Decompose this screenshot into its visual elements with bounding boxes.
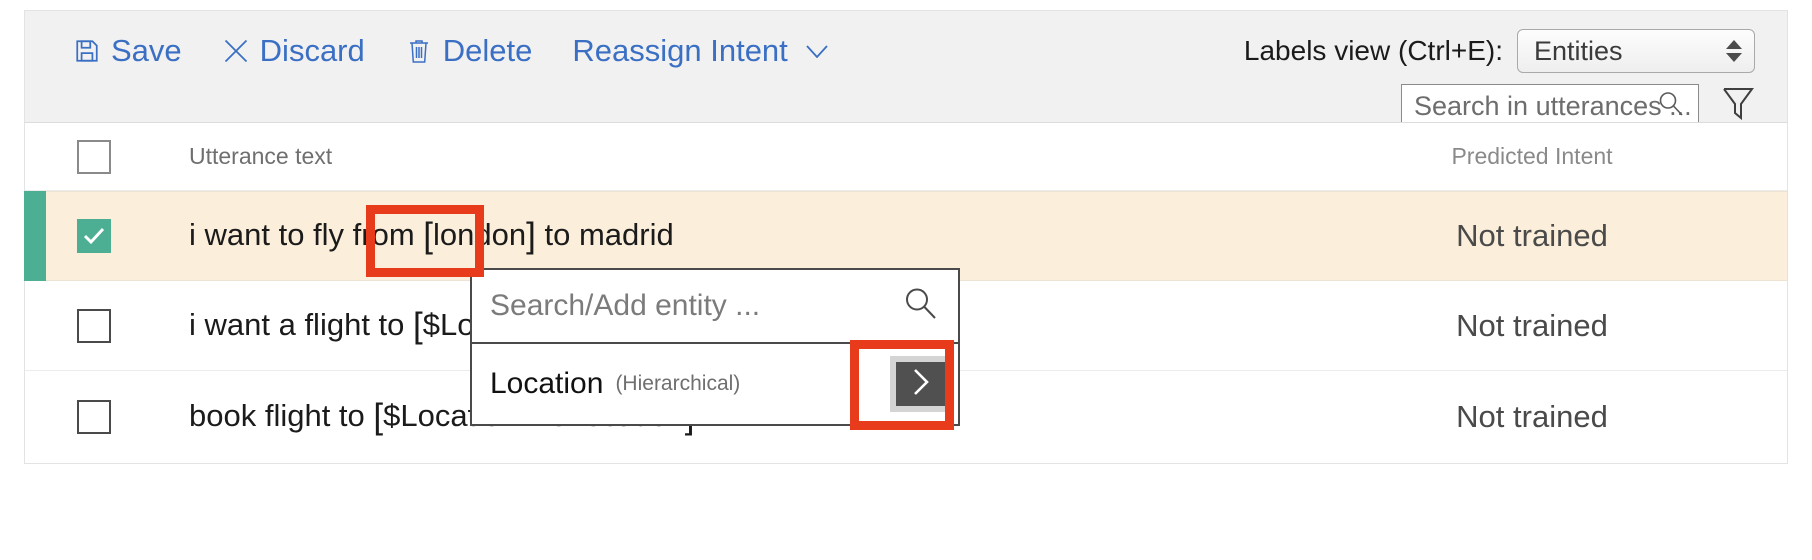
close-icon: [222, 36, 250, 66]
table-header-row: Utterance text Predicted Intent: [25, 123, 1787, 191]
predicted-intent-cell: Not trained: [1456, 307, 1608, 343]
utterance-prefix: book flight to: [189, 398, 374, 433]
spinner-arrows-icon[interactable]: [1726, 40, 1742, 62]
row-checkbox-cell: [25, 400, 163, 434]
utterance-suffix: to madrid: [535, 217, 674, 252]
save-icon: [73, 36, 101, 66]
entity-picker-popup: Search/Add entity ... Location (Hierarch…: [470, 268, 960, 426]
entity-open-bracket: [: [413, 305, 423, 345]
utterance-labeling-screen: Save Discard Delete Reassign Intent Labe…: [0, 0, 1812, 560]
entity-close-bracket: ]: [526, 216, 536, 255]
utterance-prefix: i want a flight to: [189, 306, 414, 342]
utterance-prefix: i want to fly from: [189, 217, 424, 252]
labels-view-control: Labels view (Ctrl+E): Entities: [1244, 29, 1755, 73]
search-icon: [1658, 91, 1684, 122]
chevron-down-icon: [806, 44, 828, 58]
labels-view-label: Labels view (Ctrl+E):: [1243, 35, 1503, 66]
column-header-predicted-intent: Predicted Intent: [1451, 143, 1613, 169]
entity-open-bracket: [: [373, 397, 384, 436]
row-selection-indicator: [24, 191, 46, 281]
row-checkbox[interactable]: [77, 308, 111, 343]
toolbar: Save Discard Delete Reassign Intent Labe…: [24, 10, 1788, 128]
utterance-text-cell: i want to fly from [london] to madrid: [163, 216, 1317, 256]
labels-view-select[interactable]: Entities: [1517, 29, 1755, 73]
select-all-checkbox[interactable]: [77, 139, 111, 174]
trash-icon: [405, 36, 433, 66]
labels-view-selected-value: Entities: [1534, 35, 1623, 66]
delete-button[interactable]: Delete: [405, 33, 533, 69]
reassign-intent-label: Reassign Intent: [572, 33, 788, 68]
entity-option-name: Location: [490, 367, 604, 400]
select-all-cell: [25, 139, 163, 174]
search-input-placeholder: Search in utterances ...: [1414, 90, 1692, 121]
row-checkbox[interactable]: [77, 219, 111, 253]
save-button[interactable]: Save: [73, 33, 182, 69]
entity-search-placeholder: Search/Add entity ...: [490, 289, 761, 322]
reassign-intent-button[interactable]: Reassign Intent: [572, 33, 828, 69]
predicted-intent-cell: Not trained: [1456, 399, 1608, 434]
entity-label[interactable]: london: [433, 217, 526, 252]
predicted-intent-cell: Not trained: [1456, 218, 1608, 253]
entity-option-location[interactable]: Location (Hierarchical): [472, 344, 958, 424]
row-checkbox-cell: [25, 308, 163, 343]
column-header-utterance-text: Utterance text: [189, 143, 333, 169]
chevron-right-icon: [910, 367, 932, 402]
entity-open-bracket: [: [423, 216, 434, 255]
discard-button[interactable]: Discard: [222, 33, 365, 69]
delete-label: Delete: [442, 33, 533, 68]
expand-entity-children-button[interactable]: [890, 356, 952, 412]
row-checkbox[interactable]: [77, 400, 111, 434]
entity-search-input[interactable]: Search/Add entity ...: [472, 270, 958, 344]
search-icon: [904, 287, 938, 326]
discard-label: Discard: [259, 33, 365, 68]
save-label: Save: [111, 33, 182, 68]
toolbar-actions: Save Discard Delete Reassign Intent: [73, 33, 828, 69]
entity-option-kind: (Hierarchical): [615, 372, 741, 395]
